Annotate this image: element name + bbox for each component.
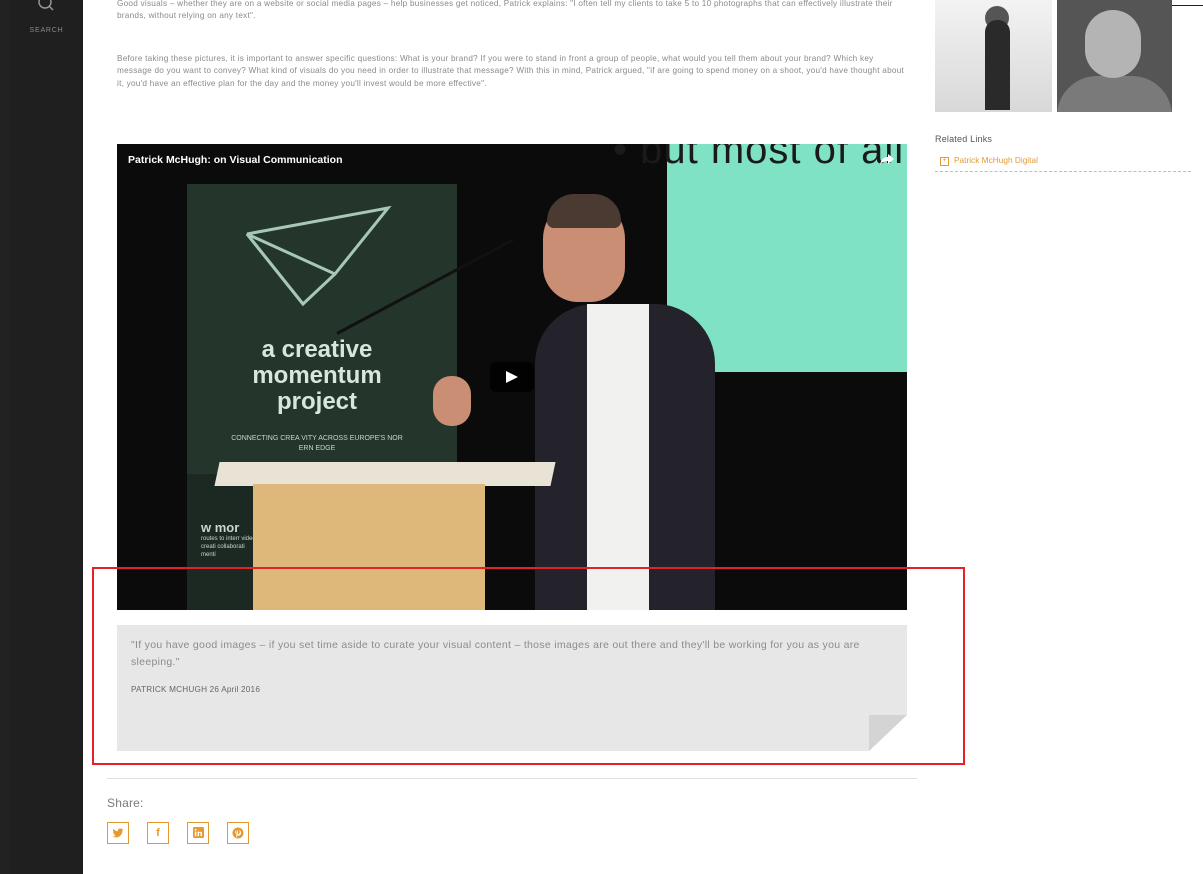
twitter-share-button[interactable] bbox=[107, 822, 129, 844]
related-link[interactable]: + Patrick McHugh Digital bbox=[940, 155, 1038, 166]
divider bbox=[107, 778, 917, 779]
facebook-share-button[interactable]: f bbox=[147, 822, 169, 844]
photo-shoulders bbox=[1057, 76, 1172, 112]
triangle-logo-icon bbox=[245, 205, 392, 307]
facebook-icon: f bbox=[156, 827, 160, 839]
linkedin-share-button[interactable] bbox=[187, 822, 209, 844]
photo-figure bbox=[985, 20, 1010, 110]
related-links-title: Related Links bbox=[935, 134, 993, 144]
play-icon bbox=[506, 371, 518, 383]
speaker-hair bbox=[547, 194, 621, 228]
related-link-label[interactable]: Patrick McHugh Digital bbox=[954, 155, 1038, 165]
linkedin-icon bbox=[192, 827, 204, 838]
plus-icon: + bbox=[940, 157, 949, 166]
share-arrow-icon[interactable] bbox=[879, 152, 895, 168]
video-banner-side-small: routes to interr video p creati collabor… bbox=[201, 536, 261, 558]
pinterest-share-button[interactable] bbox=[227, 822, 249, 844]
video-screen-text: • but most of all bbox=[613, 144, 905, 172]
video-banner-side-big: w mor bbox=[201, 520, 240, 535]
left-sidebar: SEARCH bbox=[10, 0, 83, 874]
play-button[interactable] bbox=[490, 362, 534, 392]
related-links-divider bbox=[935, 171, 1191, 172]
article-paragraph: Before taking these pictures, it is impo… bbox=[117, 54, 905, 88]
video-banner-subtitle: CONNECTING CREA VITY ACROSS EUROPE'S NOR… bbox=[231, 435, 403, 452]
share-label: Share: bbox=[107, 796, 144, 810]
speaker-shirt bbox=[587, 304, 649, 610]
video-title[interactable]: Patrick McHugh: on Visual Communication bbox=[128, 154, 343, 166]
left-edge bbox=[0, 0, 10, 874]
profile-photo-2 bbox=[1057, 0, 1172, 112]
twitter-icon bbox=[112, 828, 124, 838]
search-icon[interactable] bbox=[38, 0, 54, 20]
profile-photo-1 bbox=[935, 0, 1052, 112]
podium-top bbox=[214, 462, 556, 486]
video-banner-title: a creative momentum project bbox=[252, 336, 382, 415]
video-player[interactable]: • but most of all a creative momentum pr… bbox=[117, 144, 907, 610]
speaker-hand bbox=[433, 376, 471, 426]
pinterest-icon bbox=[232, 827, 244, 839]
article-paragraph: Good visuals – whether they are on a web… bbox=[117, 0, 893, 21]
search-label[interactable]: SEARCH bbox=[10, 27, 83, 34]
highlight-box bbox=[92, 567, 965, 765]
photo-face bbox=[1085, 10, 1141, 78]
video-banner-side: w mor routes to interr video p creati co… bbox=[201, 520, 261, 559]
